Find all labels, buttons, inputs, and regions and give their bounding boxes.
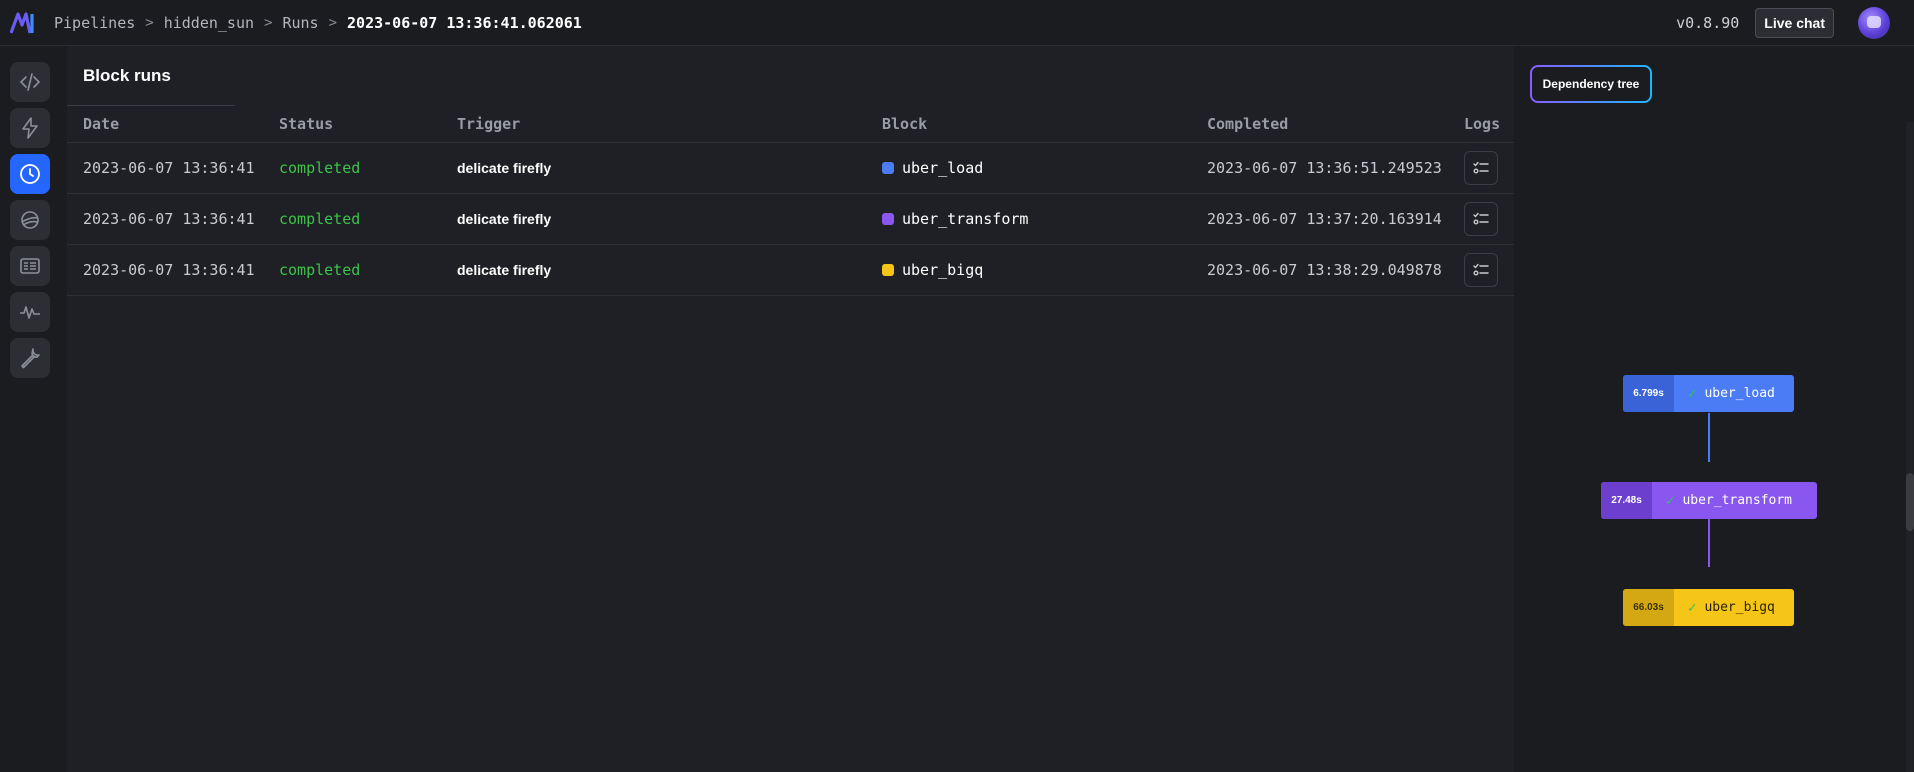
code-icon <box>19 73 41 91</box>
sidebar <box>0 46 60 772</box>
table-row[interactable]: 2023-06-07 13:36:41 completed delicate f… <box>67 143 1514 194</box>
breadcrumb-separator: > <box>328 14 338 31</box>
run-status: completed <box>279 210 361 228</box>
column-header-completed[interactable]: Completed <box>1207 106 1288 142</box>
run-trigger[interactable]: delicate firefly <box>457 245 551 295</box>
dependency-tree-panel: Dependency tree 6.799s ✓ uber_load 27.48s… <box>1515 46 1914 772</box>
node-label: ✓ uber_bigq <box>1674 589 1794 626</box>
sidebar-item-settings[interactable] <box>10 338 50 378</box>
column-header-status[interactable]: Status <box>279 106 333 142</box>
breadcrumb-current-run: 2023-06-07 13:36:41.062061 <box>347 13 582 32</box>
block-color-swatch <box>882 264 894 276</box>
lightning-icon <box>22 117 38 139</box>
run-block[interactable]: uber_load <box>882 143 983 193</box>
run-completed: 2023-06-07 13:37:20.163914 <box>1207 210 1442 228</box>
check-icon: ✓ <box>1688 599 1697 616</box>
sidebar-item-triggers[interactable] <box>10 108 50 148</box>
sidebar-item-runs[interactable] <box>10 154 50 194</box>
sidebar-item-code[interactable] <box>10 62 50 102</box>
node-duration: 6.799s <box>1623 375 1674 412</box>
dependency-tree-label: Dependency tree <box>1532 67 1650 101</box>
run-status: completed <box>279 159 361 177</box>
node-label: ✓ uber_load <box>1674 375 1794 412</box>
sidebar-item-backfills[interactable] <box>10 200 50 240</box>
node-name: uber_transform <box>1682 493 1793 508</box>
wrench-icon <box>21 348 40 369</box>
tree-node-uber-transform[interactable]: 27.48s ✓ uber_transform <box>1601 482 1817 519</box>
block-runs-table: Date Status Trigger Block Completed Logs… <box>67 106 1514 296</box>
breadcrumb-separator: > <box>264 14 273 31</box>
logs-list-icon <box>1473 212 1489 225</box>
view-logs-button[interactable] <box>1464 202 1498 236</box>
node-duration: 27.48s <box>1601 482 1652 519</box>
node-name: uber_bigq <box>1704 600 1775 615</box>
sidebar-item-terminal[interactable] <box>10 246 50 286</box>
run-completed: 2023-06-07 13:36:51.249523 <box>1207 159 1442 177</box>
column-header-block[interactable]: Block <box>882 106 927 142</box>
run-completed: 2023-06-07 13:38:29.049878 <box>1207 261 1442 279</box>
mage-logo[interactable] <box>10 11 38 34</box>
breadcrumb: Pipelines > hidden_sun > Runs > 2023-06-… <box>54 14 582 32</box>
run-block[interactable]: uber_transform <box>882 194 1028 244</box>
activity-icon <box>20 306 40 319</box>
planet-icon <box>21 211 39 229</box>
block-color-swatch <box>882 213 894 225</box>
terminal-icon <box>20 258 40 274</box>
table-row[interactable]: 2023-06-07 13:36:41 completed delicate f… <box>67 245 1514 296</box>
column-header-logs: Logs <box>1464 115 1501 133</box>
tree-node-uber-load[interactable]: 6.799s ✓ uber_load <box>1623 375 1794 412</box>
scrollbar-thumb[interactable] <box>1906 473 1914 531</box>
clock-icon <box>20 164 40 184</box>
logs-cell <box>1464 143 1498 193</box>
scrollbar-track[interactable] <box>1906 122 1914 772</box>
run-date: 2023-06-07 13:36:41 <box>83 261 255 279</box>
breadcrumb-runs[interactable]: Runs <box>282 14 318 32</box>
column-header-trigger[interactable]: Trigger <box>457 106 520 142</box>
check-icon: ✓ <box>1666 492 1675 509</box>
block-name: uber_bigq <box>902 261 984 279</box>
logs-cell <box>1464 245 1498 295</box>
run-trigger[interactable]: delicate firefly <box>457 194 551 244</box>
breadcrumb-pipeline[interactable]: hidden_sun <box>164 14 254 32</box>
page-title: Block runs <box>83 66 171 85</box>
table-header: Date Status Trigger Block Completed Logs <box>67 106 1514 143</box>
column-header-date[interactable]: Date <box>83 106 119 142</box>
logs-list-icon <box>1473 263 1489 276</box>
run-date: 2023-06-07 13:36:41 <box>83 210 255 228</box>
block-runs-panel: Block runs Date Status Trigger Block Com… <box>67 46 1514 772</box>
sidebar-item-monitor[interactable] <box>10 292 50 332</box>
node-label: ✓ uber_transform <box>1652 482 1817 519</box>
logs-cell <box>1464 194 1498 244</box>
run-status: completed <box>279 261 361 279</box>
block-color-swatch <box>882 162 894 174</box>
top-bar: Pipelines > hidden_sun > Runs > 2023-06-… <box>0 0 1914 46</box>
dependency-edge <box>1708 519 1710 567</box>
block-name: uber_transform <box>902 210 1029 228</box>
run-trigger[interactable]: delicate firefly <box>457 143 551 193</box>
dependency-edge <box>1708 413 1710 462</box>
logs-list-icon <box>1473 161 1489 174</box>
live-chat-button[interactable]: Live chat <box>1755 8 1834 38</box>
breadcrumb-separator: > <box>145 14 154 31</box>
view-logs-button[interactable] <box>1464 151 1498 185</box>
breadcrumb-pipelines[interactable]: Pipelines <box>54 14 135 32</box>
version-label: v0.8.90 <box>1676 14 1740 32</box>
avatar[interactable] <box>1858 7 1890 39</box>
view-logs-button[interactable] <box>1464 253 1498 287</box>
block-name: uber_load <box>902 159 984 177</box>
node-name: uber_load <box>1704 386 1775 401</box>
check-icon: ✓ <box>1688 385 1697 402</box>
tree-node-uber-bigq[interactable]: 66.03s ✓ uber_bigq <box>1623 589 1794 626</box>
table-row[interactable]: 2023-06-07 13:36:41 completed delicate f… <box>67 194 1514 245</box>
node-duration: 66.03s <box>1623 589 1674 626</box>
run-date: 2023-06-07 13:36:41 <box>83 159 255 177</box>
dependency-tree-tab[interactable]: Dependency tree <box>1530 65 1652 103</box>
run-block[interactable]: uber_bigq <box>882 245 983 295</box>
